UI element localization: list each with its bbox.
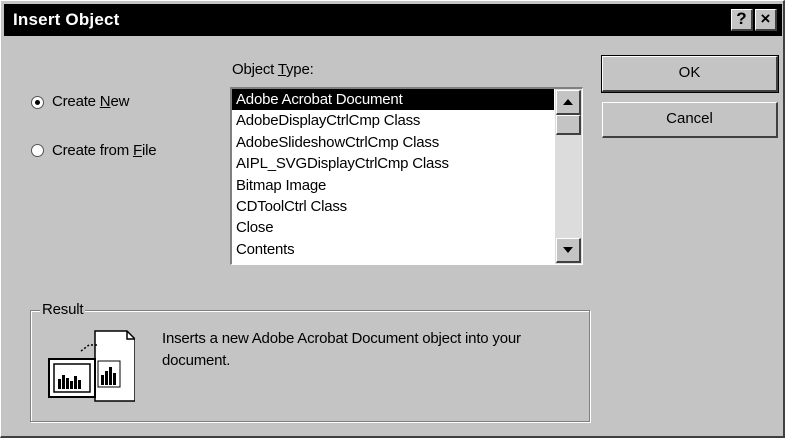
object-type-label: Object Type:: [232, 61, 314, 78]
create-from-file-label[interactable]: Create from File: [52, 142, 157, 159]
create-new-label[interactable]: Create New: [52, 93, 129, 110]
list-item[interactable]: Contents: [232, 239, 554, 260]
title-bar[interactable]: Insert Object ? ×: [4, 4, 782, 36]
arrow-down-icon: [563, 247, 573, 253]
create-from-file-radio[interactable]: [31, 144, 44, 157]
list-item[interactable]: Close: [232, 217, 554, 238]
close-button[interactable]: ×: [755, 9, 777, 31]
arrow-up-icon: [563, 99, 573, 105]
list-item[interactable]: AdobeSlideshowCtrlCmp Class: [232, 132, 554, 153]
dialog-title: Insert Object: [13, 10, 120, 29]
help-button[interactable]: ?: [731, 9, 753, 31]
object-type-list[interactable]: Adobe Acrobat Document AdobeDisplayCtrlC…: [230, 87, 583, 265]
list-item[interactable]: AIPL_SVGDisplayCtrlCmp Class: [232, 153, 554, 174]
list-item[interactable]: CDToolCtrl Class: [232, 196, 554, 217]
radio-selected-dot: [35, 100, 40, 105]
result-group: Result Inserts a new Adobe Acrobat Docum…: [30, 301, 590, 422]
scroll-down-button[interactable]: [556, 238, 581, 263]
result-description: Inserts a new Adobe Acrobat Document obj…: [162, 330, 521, 369]
list-item[interactable]: AdobeDisplayCtrlCmp Class: [232, 110, 554, 131]
object-type-items: Adobe Acrobat Document AdobeDisplayCtrlC…: [232, 89, 554, 264]
list-item[interactable]: Bitmap Image: [232, 175, 554, 196]
result-group-title: Result: [40, 301, 86, 318]
ok-button[interactable]: OK: [601, 55, 779, 93]
list-item[interactable]: Adobe Acrobat Document: [232, 89, 554, 111]
vertical-scrollbar[interactable]: [555, 89, 582, 264]
scroll-up-button[interactable]: [556, 90, 581, 115]
cancel-button[interactable]: Cancel: [602, 102, 778, 138]
insert-object-dialog: Insert Object ? × Create New Create from…: [0, 0, 785, 438]
insert-object-result-icon: [48, 330, 135, 402]
scroll-thumb[interactable]: [556, 115, 581, 135]
create-new-radio[interactable]: [31, 96, 44, 109]
